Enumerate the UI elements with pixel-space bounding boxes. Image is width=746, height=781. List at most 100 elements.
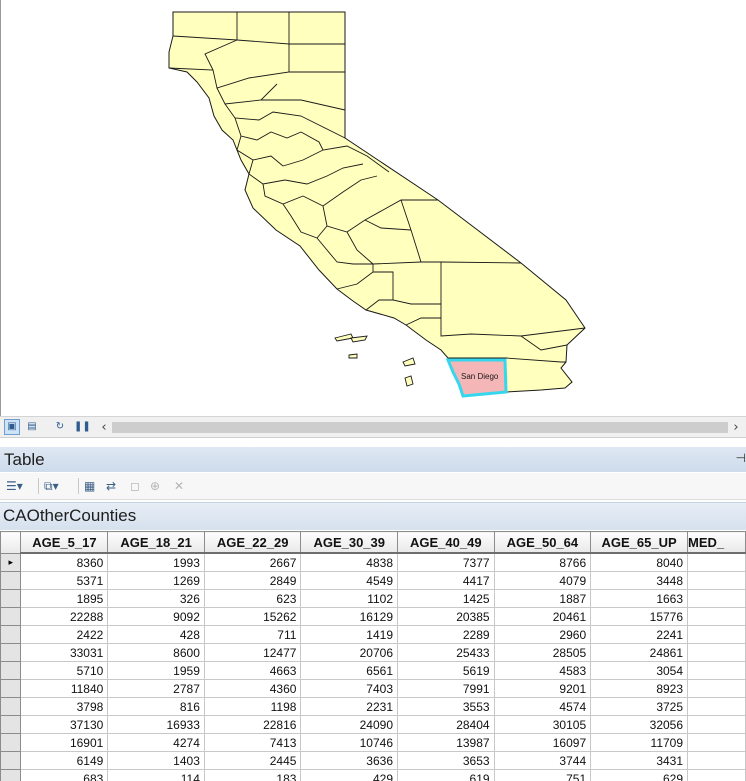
table-cell[interactable] xyxy=(687,589,746,608)
table-row[interactable]: 33031 8600 12477 20706 25433 28505 24861 xyxy=(0,643,746,662)
table-row[interactable]: 11840 2787 4360 7403 7991 9201 8923 xyxy=(0,679,746,698)
table-cell[interactable]: 3448 xyxy=(590,571,689,590)
table-cell[interactable]: 6149 xyxy=(20,751,109,770)
table-cell[interactable]: 683 xyxy=(20,769,109,781)
table-cell[interactable]: 2422 xyxy=(20,625,109,644)
table-cell[interactable]: 1887 xyxy=(493,589,592,608)
row-selector[interactable] xyxy=(0,697,22,716)
scroll-left-icon[interactable]: ‹ xyxy=(96,419,112,436)
table-cell[interactable]: 16933 xyxy=(107,715,205,734)
table-cell[interactable] xyxy=(687,697,746,716)
table-cell[interactable]: 816 xyxy=(107,697,205,716)
table-cell[interactable]: 1269 xyxy=(107,571,205,590)
table-cell[interactable] xyxy=(687,769,746,781)
map-view[interactable]: San Diego xyxy=(0,0,746,416)
table-cell[interactable]: 2241 xyxy=(590,625,689,644)
table-cell[interactable]: 1419 xyxy=(300,625,398,644)
column-header[interactable]: MED_ xyxy=(687,531,746,554)
table-cell[interactable]: 629 xyxy=(590,769,689,781)
column-header[interactable]: AGE_65_UP xyxy=(590,531,689,554)
table-cell[interactable]: 711 xyxy=(203,625,302,644)
table-cell[interactable]: 25433 xyxy=(397,643,495,662)
table-cell[interactable]: 20461 xyxy=(493,607,592,626)
row-selector-header[interactable] xyxy=(0,531,22,554)
table-cell[interactable]: 1959 xyxy=(107,661,205,680)
row-selector[interactable] xyxy=(0,571,22,590)
table-cell[interactable]: 4360 xyxy=(203,679,302,698)
table-cell[interactable] xyxy=(687,733,746,752)
table-tab-name[interactable]: CAOtherCounties xyxy=(3,506,136,526)
table-row[interactable]: ▸ 8360 1993 2667 4838 7377 8766 8040 xyxy=(0,552,746,572)
table-cell[interactable]: 429 xyxy=(300,769,398,781)
table-cell[interactable] xyxy=(687,571,746,590)
table-cell[interactable]: 1425 xyxy=(397,589,495,608)
table-cell[interactable]: 2445 xyxy=(203,751,302,770)
scroll-right-icon[interactable]: › xyxy=(728,419,744,436)
table-cell[interactable]: 13987 xyxy=(397,733,495,752)
row-selector[interactable]: ▸ xyxy=(0,552,22,572)
scrollbar-thumb[interactable] xyxy=(112,422,728,433)
clear-selection-icon[interactable]: ◻ xyxy=(130,477,140,495)
table-cell[interactable]: 4417 xyxy=(397,571,495,590)
auto-hide-pin-icon[interactable]: ⊣ xyxy=(736,451,746,465)
table-cell[interactable] xyxy=(687,751,746,770)
table-cell[interactable]: 1993 xyxy=(107,552,205,572)
layout-view-icon[interactable]: ▤ xyxy=(24,419,40,435)
table-cell[interactable]: 5371 xyxy=(20,571,109,590)
pause-icon[interactable]: ❚❚ xyxy=(74,419,91,435)
row-selector[interactable] xyxy=(0,625,22,644)
table-cell[interactable]: 751 xyxy=(493,769,592,781)
table-cell[interactable]: 2787 xyxy=(107,679,205,698)
row-selector[interactable] xyxy=(0,661,22,680)
table-cell[interactable]: 28404 xyxy=(397,715,495,734)
column-header[interactable]: AGE_22_29 xyxy=(203,531,302,554)
table-cell[interactable]: 16901 xyxy=(20,733,109,752)
table-cell[interactable]: 3431 xyxy=(590,751,689,770)
table-cell[interactable]: 32056 xyxy=(590,715,689,734)
table-cell[interactable]: 3636 xyxy=(300,751,398,770)
table-cell[interactable]: 9092 xyxy=(107,607,205,626)
table-cell[interactable]: 8040 xyxy=(590,552,689,572)
table-cell[interactable]: 3653 xyxy=(397,751,495,770)
zoom-to-selected-icon[interactable]: ⊕ xyxy=(150,477,160,495)
related-tables-icon[interactable]: ⧉▾ xyxy=(44,477,59,495)
table-cell[interactable]: 16097 xyxy=(493,733,592,752)
delete-selected-icon[interactable]: ✕ xyxy=(174,477,184,495)
column-header[interactable]: AGE_40_49 xyxy=(397,531,495,554)
table-cell[interactable] xyxy=(687,661,746,680)
table-cell[interactable] xyxy=(687,552,746,572)
refresh-icon[interactable]: ↻ xyxy=(52,419,68,435)
table-cell[interactable]: 20385 xyxy=(397,607,495,626)
california-counties-map[interactable]: San Diego xyxy=(1,0,746,416)
table-cell[interactable]: 619 xyxy=(397,769,495,781)
table-cell[interactable]: 22288 xyxy=(20,607,109,626)
table-row[interactable]: 16901 4274 7413 10746 13987 16097 11709 xyxy=(0,733,746,752)
table-cell[interactable] xyxy=(687,607,746,626)
table-cell[interactable]: 10746 xyxy=(300,733,398,752)
table-cell[interactable]: 2849 xyxy=(203,571,302,590)
table-cell[interactable]: 4079 xyxy=(493,571,592,590)
table-cell[interactable]: 22816 xyxy=(203,715,302,734)
table-cell[interactable]: 326 xyxy=(107,589,205,608)
table-row[interactable]: 6149 1403 2445 3636 3653 3744 3431 xyxy=(0,751,746,770)
table-cell[interactable]: 4549 xyxy=(300,571,398,590)
table-row[interactable]: 3798 816 1198 2231 3553 4574 3725 xyxy=(0,697,746,716)
table-cell[interactable]: 3553 xyxy=(397,697,495,716)
table-cell[interactable]: 16129 xyxy=(300,607,398,626)
table-cell[interactable]: 15776 xyxy=(590,607,689,626)
row-selector[interactable] xyxy=(0,733,22,752)
data-view-icon[interactable]: ▣ xyxy=(4,419,20,435)
table-cell[interactable] xyxy=(687,625,746,644)
table-cell[interactable]: 33031 xyxy=(20,643,109,662)
row-selector[interactable] xyxy=(0,715,22,734)
table-row[interactable]: 5371 1269 2849 4549 4417 4079 3448 xyxy=(0,571,746,590)
table-cell[interactable]: 623 xyxy=(203,589,302,608)
map-horizontal-scrollbar[interactable]: ‹ › xyxy=(96,419,744,436)
table-cell[interactable]: 24090 xyxy=(300,715,398,734)
table-cell[interactable]: 37130 xyxy=(20,715,109,734)
table-cell[interactable]: 2231 xyxy=(300,697,398,716)
table-cell[interactable]: 9201 xyxy=(493,679,592,698)
table-cell[interactable]: 3725 xyxy=(590,697,689,716)
table-cell[interactable]: 1403 xyxy=(107,751,205,770)
table-cell[interactable]: 183 xyxy=(203,769,302,781)
